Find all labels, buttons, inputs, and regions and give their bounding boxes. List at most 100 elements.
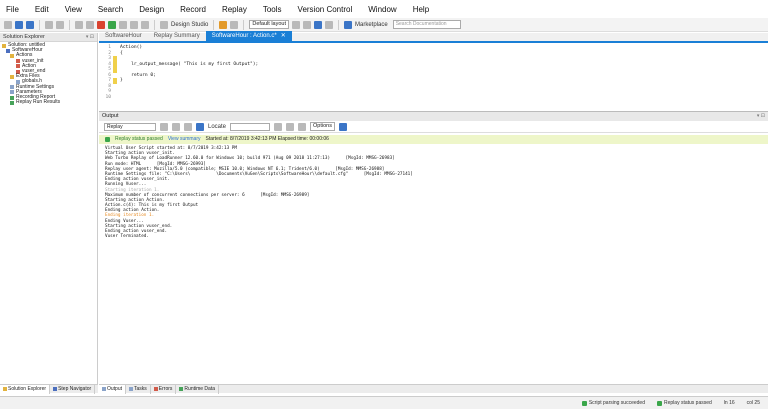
cut-icon[interactable] (75, 20, 83, 29)
tree-item[interactable]: Replay Run Results (0, 100, 97, 105)
solution-icon (2, 43, 6, 48)
record-icon[interactable] (97, 20, 105, 29)
toolbar-divider (243, 19, 245, 30)
code-text: lr_output_message( "This is my first Out… (120, 61, 259, 67)
marketplace-icon (344, 20, 352, 29)
menu-replay[interactable]: Replay (222, 5, 247, 14)
code-area[interactable]: 1 Action() 2{3 4 lr_output_message( "This i… (99, 45, 768, 107)
errors-icon (153, 387, 158, 391)
toolbar-divider (69, 19, 70, 30)
output-log[interactable]: Virtual User Script started at: 8/7/2019… (99, 144, 768, 239)
tab-solution-explorer[interactable]: Solution Explorer (0, 384, 51, 394)
find-previous-icon[interactable] (274, 122, 283, 131)
help-icon[interactable] (314, 20, 322, 29)
breakpoint-icon[interactable] (230, 20, 239, 29)
find-next-icon[interactable] (286, 122, 295, 131)
tab-tasks[interactable]: Tasks (126, 384, 151, 394)
copy-icon[interactable] (86, 20, 94, 29)
tab-softwarehour[interactable]: SoftwareHour (99, 31, 148, 41)
tab-errors[interactable]: Errors (151, 384, 177, 394)
stop-icon[interactable] (130, 20, 138, 29)
replay-status: Replay status passed (657, 400, 712, 406)
tab-output[interactable]: Output (99, 384, 127, 394)
match-case-icon[interactable] (298, 122, 307, 131)
redo-icon[interactable] (56, 20, 64, 29)
toolbar: Design Studio Default layout Marketplace… (0, 18, 768, 32)
replay-status-banner: Replay status passed View summary Starte… (99, 135, 768, 144)
status-text: Script parsing succeeded (588, 400, 645, 406)
tab-replay-summary[interactable]: Replay Summary (148, 31, 206, 41)
pin-icon[interactable]: ▾ ⊡ (86, 33, 94, 42)
solution-explorer-panel: Solution Explorer ▾ ⊡ Solution: untitled… (0, 33, 98, 394)
menu-design[interactable]: Design (139, 5, 164, 14)
check-icon (105, 137, 110, 142)
toolbar-divider (213, 19, 215, 30)
step-navigator-icon (53, 387, 58, 391)
menu-record[interactable]: Record (180, 5, 206, 14)
status-text: Replay status passed (664, 400, 712, 406)
output-filter-select[interactable]: Replay (104, 122, 156, 131)
undo-icon[interactable] (45, 20, 53, 29)
options-dropdown[interactable]: Options (310, 122, 335, 131)
pause-icon[interactable] (119, 20, 127, 29)
view-summary-link[interactable]: View summary (168, 135, 201, 144)
menu-search[interactable]: Search (98, 5, 123, 14)
save-icon[interactable] (26, 20, 34, 29)
menu-file[interactable]: File (6, 5, 19, 14)
menu-bar: File Edit View Search Design Record Replay Tool… (0, 0, 768, 18)
menu-tools[interactable]: Tools (263, 5, 282, 14)
tab-label: Step Navigator (58, 385, 92, 392)
solution-explorer-header: Solution Explorer ▾ ⊡ (0, 33, 97, 42)
tab-runtime-data[interactable]: Runtime Data (176, 384, 219, 394)
toolbar-divider (338, 19, 339, 30)
code-editor: SoftwareHour Replay Summary SoftwareHour… (99, 31, 768, 107)
menu-edit[interactable]: Edit (35, 5, 49, 14)
folder-icon (10, 74, 14, 79)
results-icon (10, 100, 14, 105)
line-number: 10 (105, 94, 111, 100)
close-icon[interactable]: ✕ (281, 31, 286, 41)
tab-label: SoftwareHour : Action.c* (211, 33, 277, 39)
toolbar-divider (154, 19, 155, 30)
design-studio-button[interactable]: Design Studio (171, 22, 208, 28)
settings-icon[interactable] (292, 20, 300, 29)
documentation-search-input[interactable]: Search Documentation (392, 20, 461, 29)
output-icon (102, 387, 106, 391)
tree-item-label: Replay Run Results (16, 99, 61, 106)
line-number: ln 16 (723, 400, 735, 406)
tasks-icon (129, 387, 134, 391)
solution-icon (3, 387, 7, 391)
menu-version-control[interactable]: Version Control (298, 5, 353, 14)
tab-action-c[interactable]: SoftwareHour : Action.c* ✕ (205, 31, 292, 41)
output-search-input[interactable] (230, 122, 271, 131)
open-icon[interactable] (15, 20, 23, 29)
menu-window[interactable]: Window (368, 5, 396, 14)
clear-icon[interactable] (160, 122, 168, 131)
solution-tree: Solution: untitled SoftwareHour Actions vus… (0, 42, 97, 105)
step-icon[interactable] (141, 20, 149, 29)
solution-panel-tabs: Solution Explorer Step Navigator (0, 384, 98, 394)
copy-icon[interactable] (172, 122, 180, 131)
document-tabs: SoftwareHour Replay Summary SoftwareHour… (99, 31, 768, 43)
pin-icon[interactable] (303, 20, 311, 29)
toolbar-divider (39, 19, 40, 30)
pin-icon[interactable]: ▾ ⊡ (757, 112, 765, 121)
design-studio-icon (160, 20, 168, 29)
locate-icon (196, 122, 204, 131)
action-icon (16, 59, 20, 64)
layout-select[interactable]: Default layout (249, 20, 289, 29)
new-icon[interactable] (4, 20, 12, 29)
replay-icon[interactable] (108, 20, 116, 29)
menu-view[interactable]: View (65, 5, 82, 14)
tools-icon[interactable] (325, 20, 333, 29)
log-line: Vuser Terminated. (105, 234, 149, 240)
save-output-icon[interactable] (338, 122, 347, 131)
status-bar: Script parsing succeeded Replay status p… (0, 396, 768, 409)
check-icon (581, 400, 587, 406)
locate-button[interactable]: Locate (208, 124, 226, 130)
menu-help[interactable]: Help (413, 5, 429, 14)
marketplace-button[interactable]: Marketplace (355, 22, 388, 28)
tab-step-navigator[interactable]: Step Navigator (50, 384, 96, 394)
bookmark-icon[interactable] (219, 20, 228, 29)
grid-icon[interactable] (184, 122, 192, 131)
